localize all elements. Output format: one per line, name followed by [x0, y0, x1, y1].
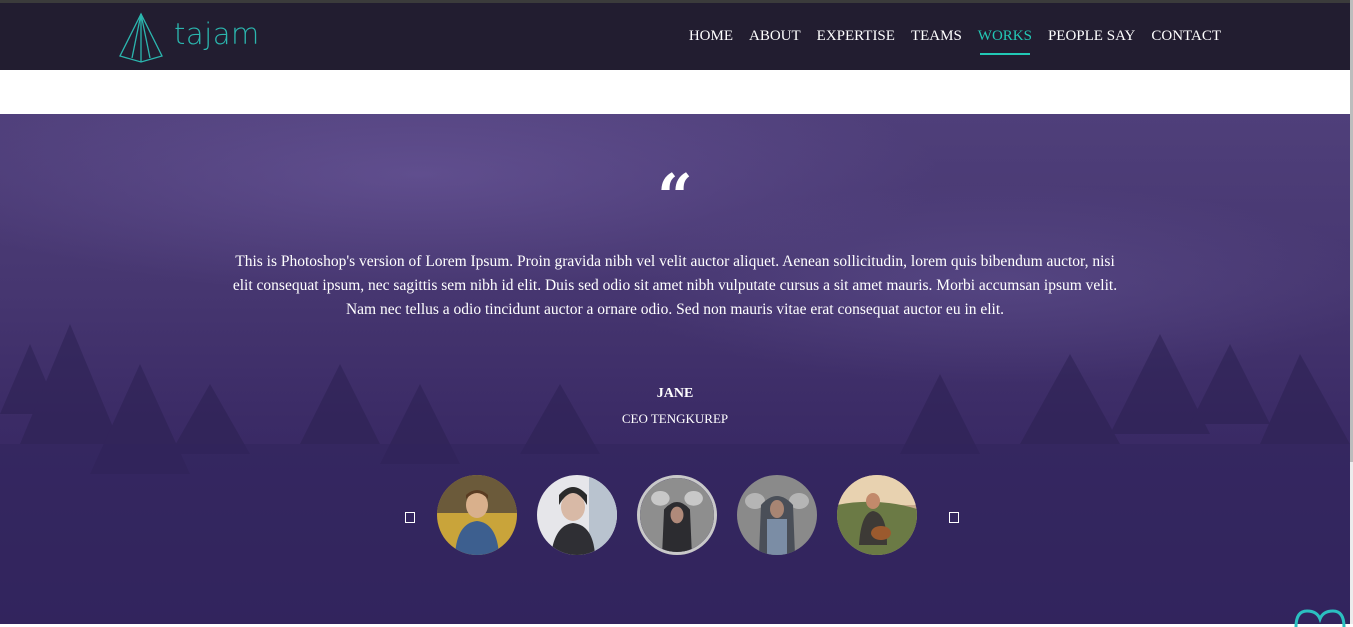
main-nav: HOME ABOUT EXPERTISE TEAMS WORKS PEOPLE … [673, 3, 1221, 70]
testimonial-author-role: CEO TENGKUREP [621, 411, 729, 426]
quote-mark-icon: “ [657, 160, 693, 233]
avatar-woman-on-phone[interactable] [537, 475, 617, 555]
testimonial-avatar-carousel [405, 475, 959, 555]
testimonial-author-name: JANE [656, 386, 694, 401]
white-spacer [0, 70, 1350, 114]
hooded-person-photo [640, 478, 714, 552]
nav-item-about[interactable]: ABOUT [749, 28, 801, 45]
nav-item-works[interactable]: WORKS [978, 28, 1032, 55]
nav-item-people-say[interactable]: PEOPLE SAY [1048, 28, 1135, 45]
hooded-person-grey-photo [737, 475, 817, 555]
carousel-prev-icon[interactable] [405, 511, 415, 523]
avatar-hooded-person[interactable] [637, 475, 717, 555]
brand-name: tajam [174, 17, 260, 51]
man-with-glasses-photo [437, 475, 517, 555]
nav-item-contact[interactable]: CONTACT [1151, 28, 1221, 45]
paper-plane-logo-icon [119, 12, 163, 63]
avatar-man-with-glasses[interactable] [437, 475, 517, 555]
nav-item-teams[interactable]: TEAMS [911, 28, 962, 45]
site-navbar: tajam HOME ABOUT EXPERTISE TEAMS WORKS P… [0, 3, 1350, 70]
avatar-hooded-person-grey[interactable] [737, 475, 817, 555]
testimonial-text: This is Photoshop's version of Lorem Ips… [232, 253, 1118, 318]
guitar-player-photo [837, 475, 917, 555]
testimonial-section: “ This is Photoshop's version of Lorem I… [0, 114, 1350, 624]
carousel-next-icon[interactable] [949, 511, 959, 523]
nav-item-home[interactable]: HOME [689, 28, 733, 45]
woman-on-phone-photo [537, 475, 617, 555]
heart-icon[interactable] [1293, 607, 1347, 627]
site-logo[interactable]: tajam [118, 11, 260, 65]
nav-item-expertise[interactable]: EXPERTISE [817, 28, 895, 45]
avatar-guitar-player[interactable] [837, 475, 917, 555]
